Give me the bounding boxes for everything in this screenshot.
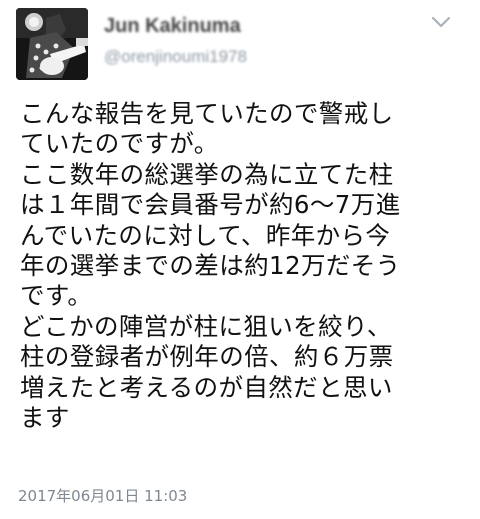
tweet-text-line: 増えたと考えるのが自然だと思い [20, 372, 393, 402]
tweet-text-line: んでいたのに対して、昨年から今 [20, 220, 391, 250]
tweet-text: こんな報告を見ていたので警戒し ていたのですが。 ここ数年の総選挙の為に立てた柱… [20, 99, 480, 433]
author-handle[interactable]: @orenjinoumi1978 [104, 46, 247, 68]
avatar[interactable] [16, 8, 88, 80]
tweet-text-line: は１年間で会員番号が約6〜7万進 [20, 190, 401, 220]
tweet-text-line: ていたのですが。 [20, 129, 219, 159]
tweet-text-line: 柱の登録者が例年の倍、約６万票 [20, 342, 394, 372]
tweet-text-line: どこかの陣営が柱に狙いを絞り、 [20, 311, 392, 341]
author-display-name[interactable]: Jun Kakinuma [104, 14, 247, 38]
tweet-timestamp[interactable]: 2017年06月01日 11:03 [18, 486, 187, 506]
tweet-text-line: こんな報告を見ていたので警戒し [20, 99, 394, 128]
tweet-card: Jun Kakinuma @orenjinoumi1978 こんな報告を見ていた… [0, 0, 480, 519]
tweet-text-line: です。 [20, 281, 93, 311]
tweet-text-line: 年の選挙までの差は約12万だそう [20, 250, 401, 280]
tweet-text-line: ます [20, 402, 70, 432]
guitarist-photo-avatar-icon [16, 8, 88, 80]
tweet-text-line: ここ数年の総選挙の為に立てた柱 [20, 159, 394, 189]
chevron-down-icon[interactable] [430, 14, 452, 30]
author-info[interactable]: Jun Kakinuma @orenjinoumi1978 [104, 14, 247, 68]
